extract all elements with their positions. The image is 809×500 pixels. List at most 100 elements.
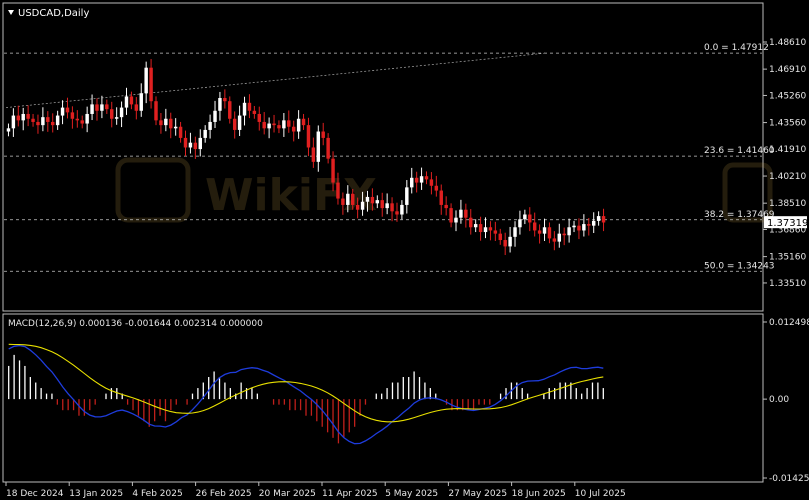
- price-tick-label: 1.48610: [769, 38, 806, 48]
- bear-candle: [228, 101, 232, 119]
- bear-candle: [291, 126, 296, 132]
- bull-candle: [405, 187, 409, 205]
- bear-candle: [51, 121, 55, 126]
- time-tick-label: 18 Dec 2024: [6, 489, 64, 499]
- bear-candle: [36, 121, 40, 126]
- bear-candle: [287, 120, 291, 127]
- bull-candle: [173, 126, 178, 129]
- bull-candle: [596, 216, 601, 221]
- fib-level-label: 50.0 = 1.34243: [704, 261, 775, 271]
- bear-candle: [498, 233, 502, 241]
- price-tick-label: 1.38510: [769, 199, 806, 209]
- bear-candle: [478, 224, 483, 233]
- bull-candle: [100, 104, 104, 111]
- bull-candle: [85, 113, 89, 124]
- bull-candle: [282, 120, 286, 129]
- bull-candle: [139, 93, 143, 111]
- fib-level-label: 0.0 = 1.47912: [704, 43, 769, 53]
- bull-candle: [346, 193, 350, 205]
- bear-candle: [178, 126, 183, 138]
- bull-candle: [218, 98, 222, 111]
- bear-candle: [262, 121, 266, 129]
- bear-candle: [232, 118, 237, 130]
- bear-candle: [80, 120, 84, 124]
- bear-candle: [429, 179, 434, 186]
- bear-candle: [75, 118, 80, 121]
- bear-candle: [341, 198, 345, 205]
- bear-candle: [154, 101, 158, 121]
- bear-candle: [449, 208, 453, 223]
- bull-candle: [164, 118, 168, 126]
- bear-candle: [577, 225, 581, 231]
- bear-candle: [424, 176, 429, 180]
- bear-candle: [503, 240, 507, 247]
- bull-candle: [513, 227, 517, 237]
- bull-candle: [365, 196, 370, 202]
- bear-candle: [134, 104, 139, 111]
- bull-candle: [375, 200, 380, 204]
- bear-candle: [380, 200, 384, 209]
- bull-candle: [591, 220, 596, 226]
- time-tick-label: 11 Apr 2025: [322, 489, 378, 499]
- macd-axis: 0.012498 0.00 -0.014259: [763, 318, 809, 484]
- price-tick-label: 1.43560: [769, 119, 806, 129]
- chart-canvas[interactable]: WikiFX USDCAD,Daily 0.0 = 1.4791223.6 = …: [0, 0, 809, 500]
- bear-candle: [434, 185, 439, 191]
- bull-candle: [508, 236, 512, 247]
- bear-candle: [159, 120, 163, 126]
- bull-candle: [11, 115, 16, 129]
- bear-candle: [562, 233, 566, 236]
- bull-candle: [21, 113, 25, 121]
- bear-candle: [252, 110, 257, 114]
- bull-candle: [188, 142, 193, 148]
- bull-candle: [557, 233, 561, 242]
- bear-candle: [257, 113, 261, 122]
- bear-candle: [587, 224, 591, 226]
- bull-candle: [237, 115, 242, 130]
- bear-candle: [351, 193, 355, 205]
- current-price-text: 1.37319: [767, 218, 808, 229]
- bull-candle: [198, 137, 202, 150]
- price-tick-label: 1.40210: [769, 172, 806, 182]
- bear-candle: [65, 107, 70, 113]
- bear-candle: [488, 227, 493, 231]
- bear-candle: [444, 204, 448, 209]
- bear-candle: [464, 209, 468, 218]
- time-tick-label: 20 Mar 2025: [259, 489, 316, 499]
- time-tick-label: 5 May 2025: [385, 489, 438, 499]
- price-tick-label: 1.45260: [769, 91, 806, 101]
- bear-candle: [105, 104, 109, 110]
- bear-candle: [321, 131, 325, 138]
- bear-candle: [547, 227, 552, 239]
- price-tick-label: 1.35160: [769, 253, 806, 263]
- bull-candle: [385, 203, 389, 209]
- bear-candle: [395, 211, 399, 215]
- bull-candle: [55, 115, 60, 126]
- bull-candle: [119, 107, 124, 118]
- bear-candle: [46, 117, 50, 122]
- bear-candle: [149, 67, 153, 102]
- price-tick-label: 1.33510: [769, 279, 806, 289]
- chart-title[interactable]: USDCAD,Daily: [8, 8, 89, 19]
- bear-candle: [183, 137, 188, 148]
- bear-candle: [306, 125, 311, 148]
- bull-candle: [410, 177, 414, 188]
- bull-candle: [296, 118, 301, 132]
- bull-candle: [582, 224, 586, 231]
- bear-candle: [26, 113, 30, 119]
- time-tick-label: 27 May 2025: [448, 489, 507, 499]
- bull-candle: [60, 107, 65, 116]
- bull-candle: [419, 176, 424, 183]
- bear-candle: [272, 123, 276, 126]
- macd-tick-label: -0.014259: [769, 474, 809, 484]
- bear-candle: [336, 182, 340, 199]
- bear-candle: [169, 118, 173, 129]
- bear-candle: [277, 125, 281, 129]
- macd-tick-label: 0.00: [769, 395, 789, 405]
- bull-candle: [90, 104, 94, 114]
- fib-level-label: 23.6 = 1.41460: [704, 146, 775, 156]
- bear-candle: [326, 137, 330, 159]
- time-tick-label: 13 Jan 2025: [69, 489, 123, 499]
- bull-candle: [208, 121, 212, 130]
- current-price-marker: 1.37319: [764, 216, 808, 229]
